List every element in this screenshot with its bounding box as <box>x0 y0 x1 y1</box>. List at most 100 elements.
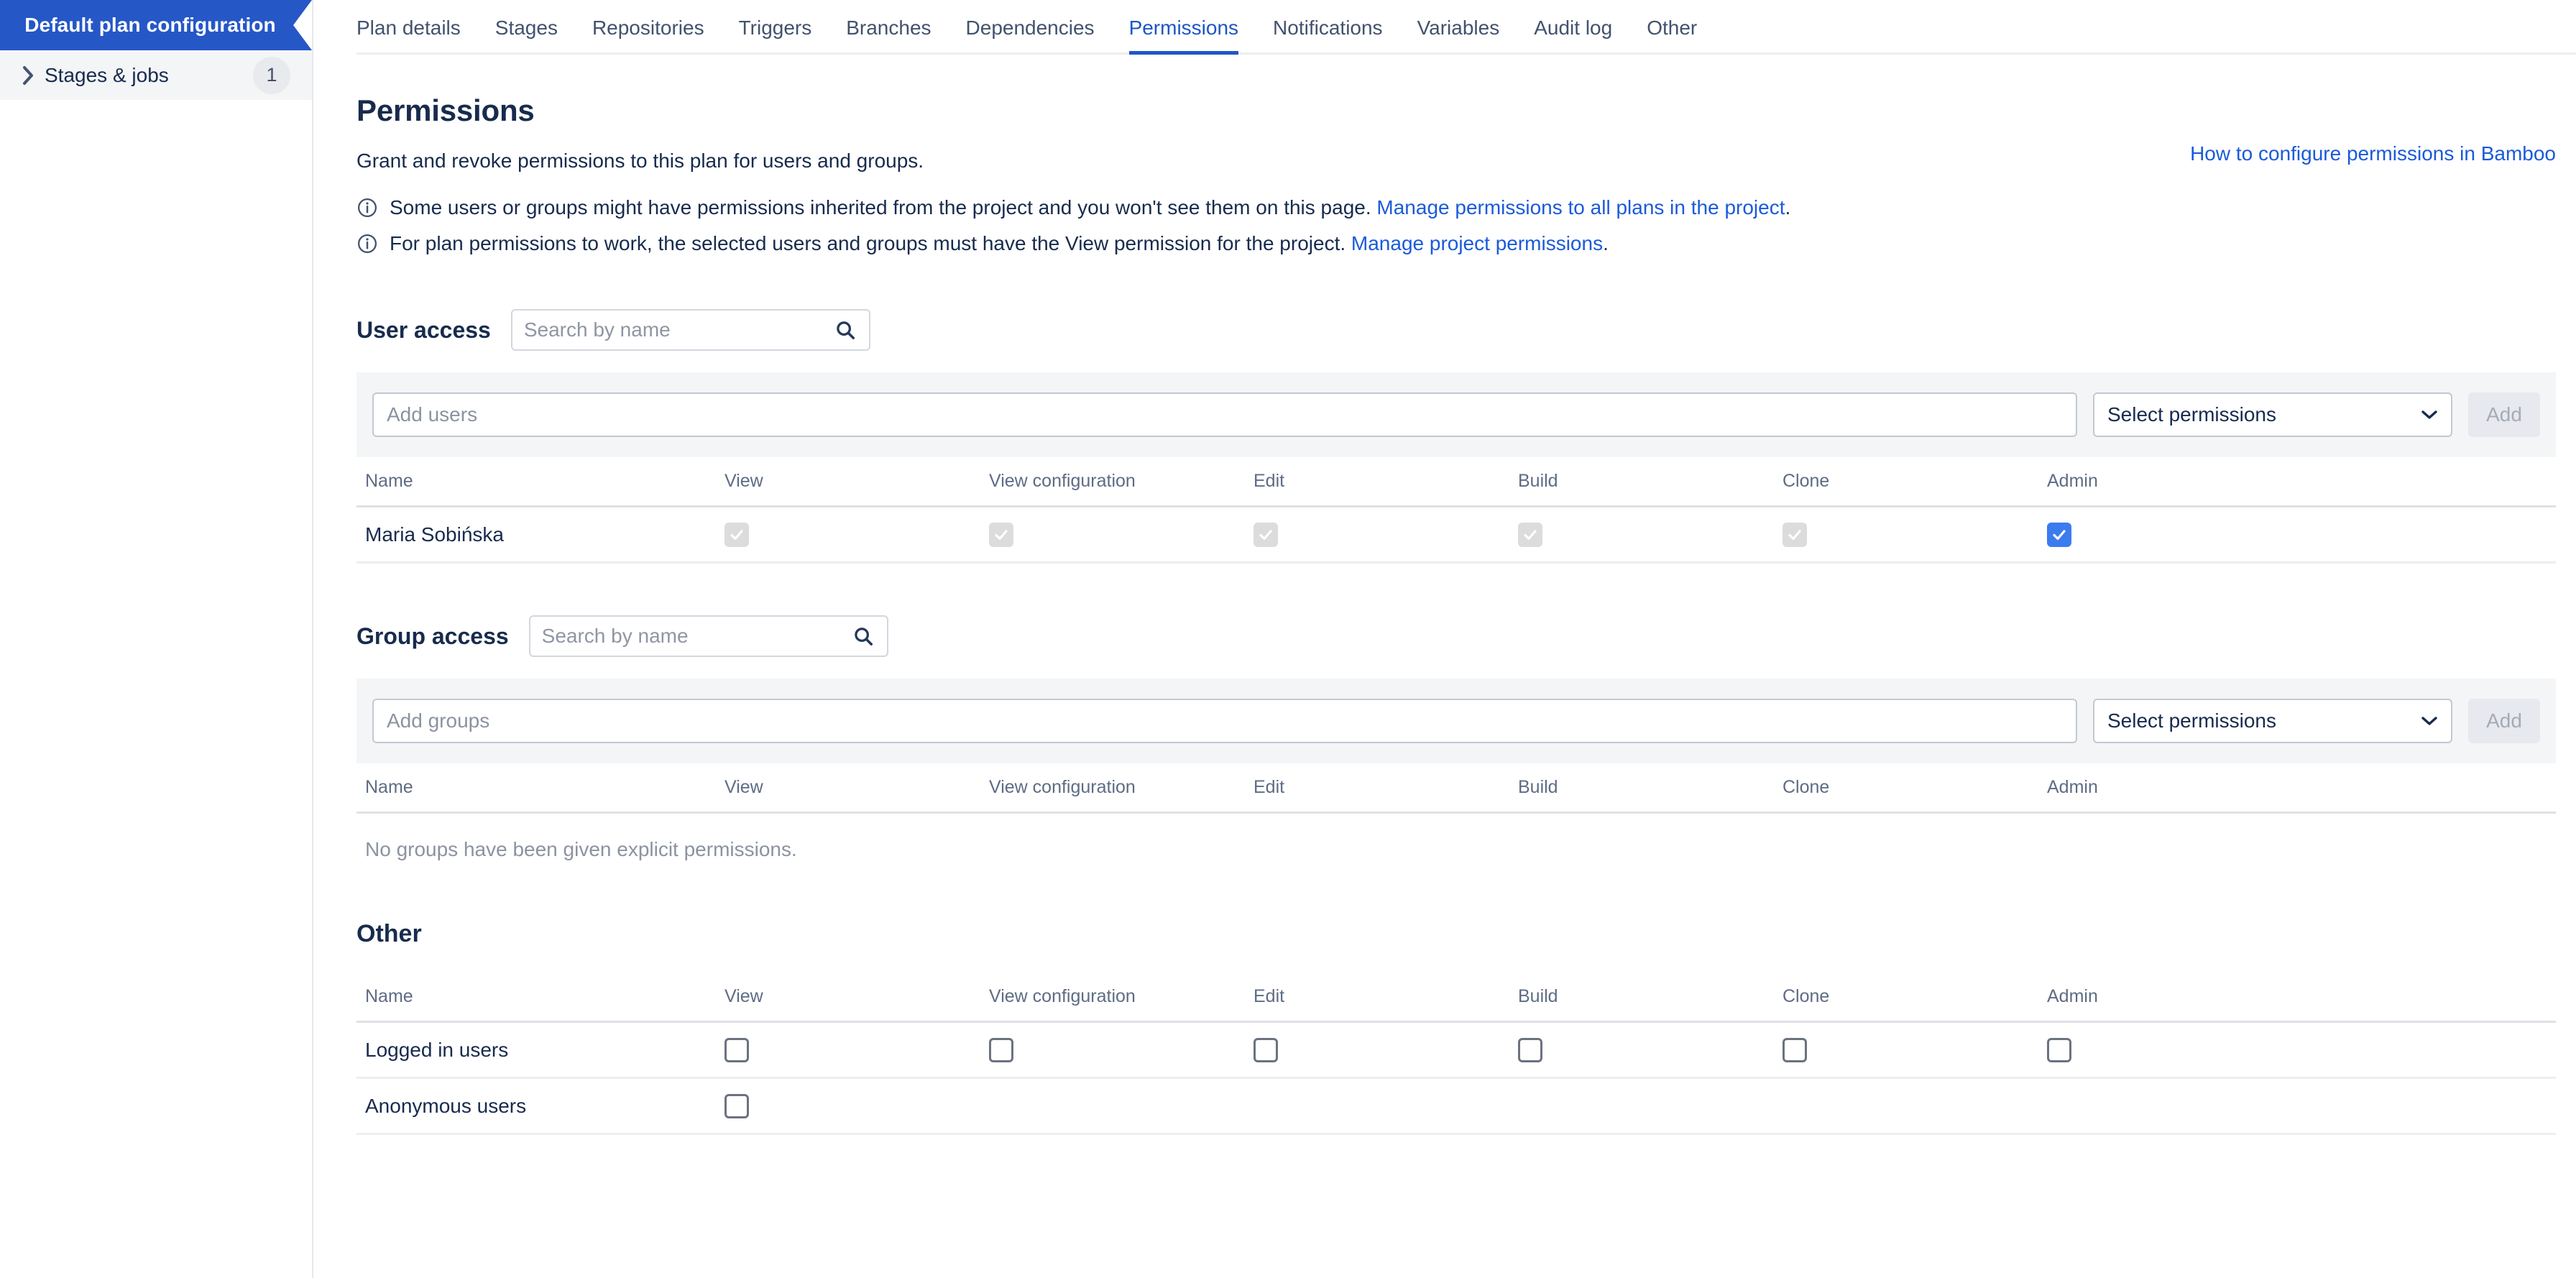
checkbox-unchecked[interactable] <box>2047 1037 2071 1062</box>
permission-cell-admin <box>2047 1037 2312 1062</box>
permission-cell-build <box>1518 1037 1782 1062</box>
main-content: Plan details Stages Repositories Triggers Br… <box>313 0 2576 1278</box>
checkbox-unchecked[interactable] <box>989 1037 1013 1062</box>
tab-other[interactable]: Other <box>1629 17 1714 52</box>
column-header-clone: Clone <box>1782 986 1830 1006</box>
group-select-permissions-dropdown[interactable]: Select permissions <box>2093 699 2452 743</box>
sidebar-title: Default plan configuration <box>0 0 312 50</box>
group-access-label: Group access <box>356 622 509 649</box>
checkbox-checked-disabled <box>724 522 749 547</box>
column-header-build: Build <box>1518 471 1558 491</box>
tab-stages[interactable]: Stages <box>478 17 575 52</box>
chevron-down-icon <box>2421 715 2438 727</box>
row-name: Logged in users <box>365 1038 509 1061</box>
sidebar-item-count-badge: 1 <box>253 56 290 94</box>
checkbox-unchecked[interactable] <box>1254 1037 1278 1062</box>
column-header-build: Build <box>1518 777 1558 797</box>
permission-cell-edit <box>1254 1037 1518 1062</box>
add-users-button[interactable]: Add <box>2468 392 2540 437</box>
row-name: Anonymous users <box>365 1094 527 1117</box>
notes-list: Some users or groups might have permissi… <box>356 194 2556 257</box>
permission-cell-clone <box>1782 522 2047 547</box>
permission-cell-view <box>724 522 989 547</box>
tab-notifications[interactable]: Notifications <box>1256 17 1400 52</box>
permission-cell-view <box>724 1037 989 1062</box>
info-note-link[interactable]: Manage project permissions <box>1351 232 1603 254</box>
column-header-name: Name <box>365 471 413 491</box>
table-row: Logged in users <box>356 1023 2556 1079</box>
tab-permissions[interactable]: Permissions <box>1112 17 1256 55</box>
chevron-right-icon <box>16 65 40 86</box>
group-search-box[interactable] <box>528 615 888 657</box>
tab-bar: Plan details Stages Repositories Triggers Br… <box>356 0 2576 55</box>
user-search-box[interactable] <box>510 309 870 351</box>
column-header-name: Name <box>365 777 413 797</box>
info-note: Some users or groups might have permissi… <box>356 194 2556 221</box>
tab-audit-log[interactable]: Audit log <box>1517 17 1629 52</box>
checkbox-unchecked[interactable] <box>724 1037 749 1062</box>
permission-cell-clone <box>1782 1094 2047 1118</box>
column-header-edit: Edit <box>1254 777 1285 797</box>
permission-cell-clone <box>1782 1037 2047 1062</box>
tab-repositories[interactable]: Repositories <box>575 17 722 52</box>
search-icon[interactable] <box>852 625 874 647</box>
checkbox-absent <box>1782 1094 1807 1118</box>
permission-cell-build <box>1518 1094 1782 1118</box>
add-groups-button[interactable]: Add <box>2468 699 2540 743</box>
add-groups-panel: Select permissions Add <box>356 679 2556 763</box>
column-header-clone: Clone <box>1782 471 1830 491</box>
tab-dependencies[interactable]: Dependencies <box>949 17 1112 52</box>
row-name: Maria Sobińska <box>365 523 504 546</box>
group-permissions-table: Name View View configuration Edit Build Clone… <box>356 763 2556 814</box>
sidebar-item-label: Stages & jobs <box>45 63 169 86</box>
checkbox-checked-disabled <box>1518 522 1542 547</box>
user-access-label: User access <box>356 316 491 343</box>
groups-empty-message: No groups have been given explicit permi… <box>365 838 797 860</box>
column-header-view-configuration: View configuration <box>989 777 1136 797</box>
checkbox-checked[interactable] <box>2047 522 2071 547</box>
add-users-input[interactable] <box>372 392 2077 437</box>
tab-branches[interactable]: Branches <box>829 17 948 52</box>
content-area: Permissions How to configure permissions… <box>356 93 2556 1135</box>
info-note-link[interactable]: Manage permissions to all plans in the p… <box>1376 196 1785 219</box>
column-header-edit: Edit <box>1254 471 1285 491</box>
page-title: Permissions <box>356 93 535 127</box>
table-row: Maria Sobińska <box>356 507 2556 564</box>
column-header-view: View <box>724 471 763 491</box>
table-row: Anonymous users <box>356 1079 2556 1135</box>
permission-cell-build <box>1518 522 1782 547</box>
tab-variables[interactable]: Variables <box>1400 17 1517 52</box>
info-note-text: Some users or groups might have permissi… <box>390 196 1791 219</box>
user-select-permissions-dropdown[interactable]: Select permissions <box>2093 392 2452 437</box>
checkbox-unchecked[interactable] <box>724 1093 749 1118</box>
table-header-row: Name View View configuration Edit Build Clone… <box>356 973 2556 1023</box>
checkbox-unchecked[interactable] <box>1518 1037 1542 1062</box>
search-icon[interactable] <box>834 319 856 341</box>
how-to-configure-permissions-link[interactable]: How to configure permissions in Bamboo <box>2190 142 2556 165</box>
checkbox-absent <box>1254 1094 1278 1118</box>
sidebar-title-wrap: Default plan configuration <box>0 0 312 50</box>
tab-triggers[interactable]: Triggers <box>722 17 829 52</box>
column-header-build: Build <box>1518 986 1558 1006</box>
column-header-view: View <box>724 777 763 797</box>
group-select-permissions-value: Select permissions <box>2107 709 2276 732</box>
column-header-admin: Admin <box>2047 986 2098 1006</box>
group-access-header: Group access <box>356 615 2556 657</box>
user-access-header: User access <box>356 309 2556 351</box>
permission-cell-view-configuration <box>989 1094 1254 1118</box>
checkbox-unchecked[interactable] <box>1782 1037 1807 1062</box>
permission-cell-edit <box>1254 1094 1518 1118</box>
permission-cell-view-configuration <box>989 1037 1254 1062</box>
column-header-view-configuration: View configuration <box>989 471 1136 491</box>
group-search-input[interactable] <box>530 617 887 656</box>
add-groups-input[interactable] <box>372 699 2077 743</box>
user-search-input[interactable] <box>512 311 869 349</box>
tab-plan-details[interactable]: Plan details <box>356 17 478 52</box>
permission-cell-admin <box>2047 522 2312 547</box>
table-header-row: Name View View configuration Edit Build Clone… <box>356 763 2556 814</box>
checkbox-absent <box>989 1094 1013 1118</box>
sidebar-item-stages-and-jobs[interactable]: Stages & jobs 1 <box>0 50 312 101</box>
checkbox-checked-disabled <box>1254 522 1278 547</box>
info-note-text: For plan permissions to work, the select… <box>390 232 1609 254</box>
info-icon <box>356 197 381 221</box>
